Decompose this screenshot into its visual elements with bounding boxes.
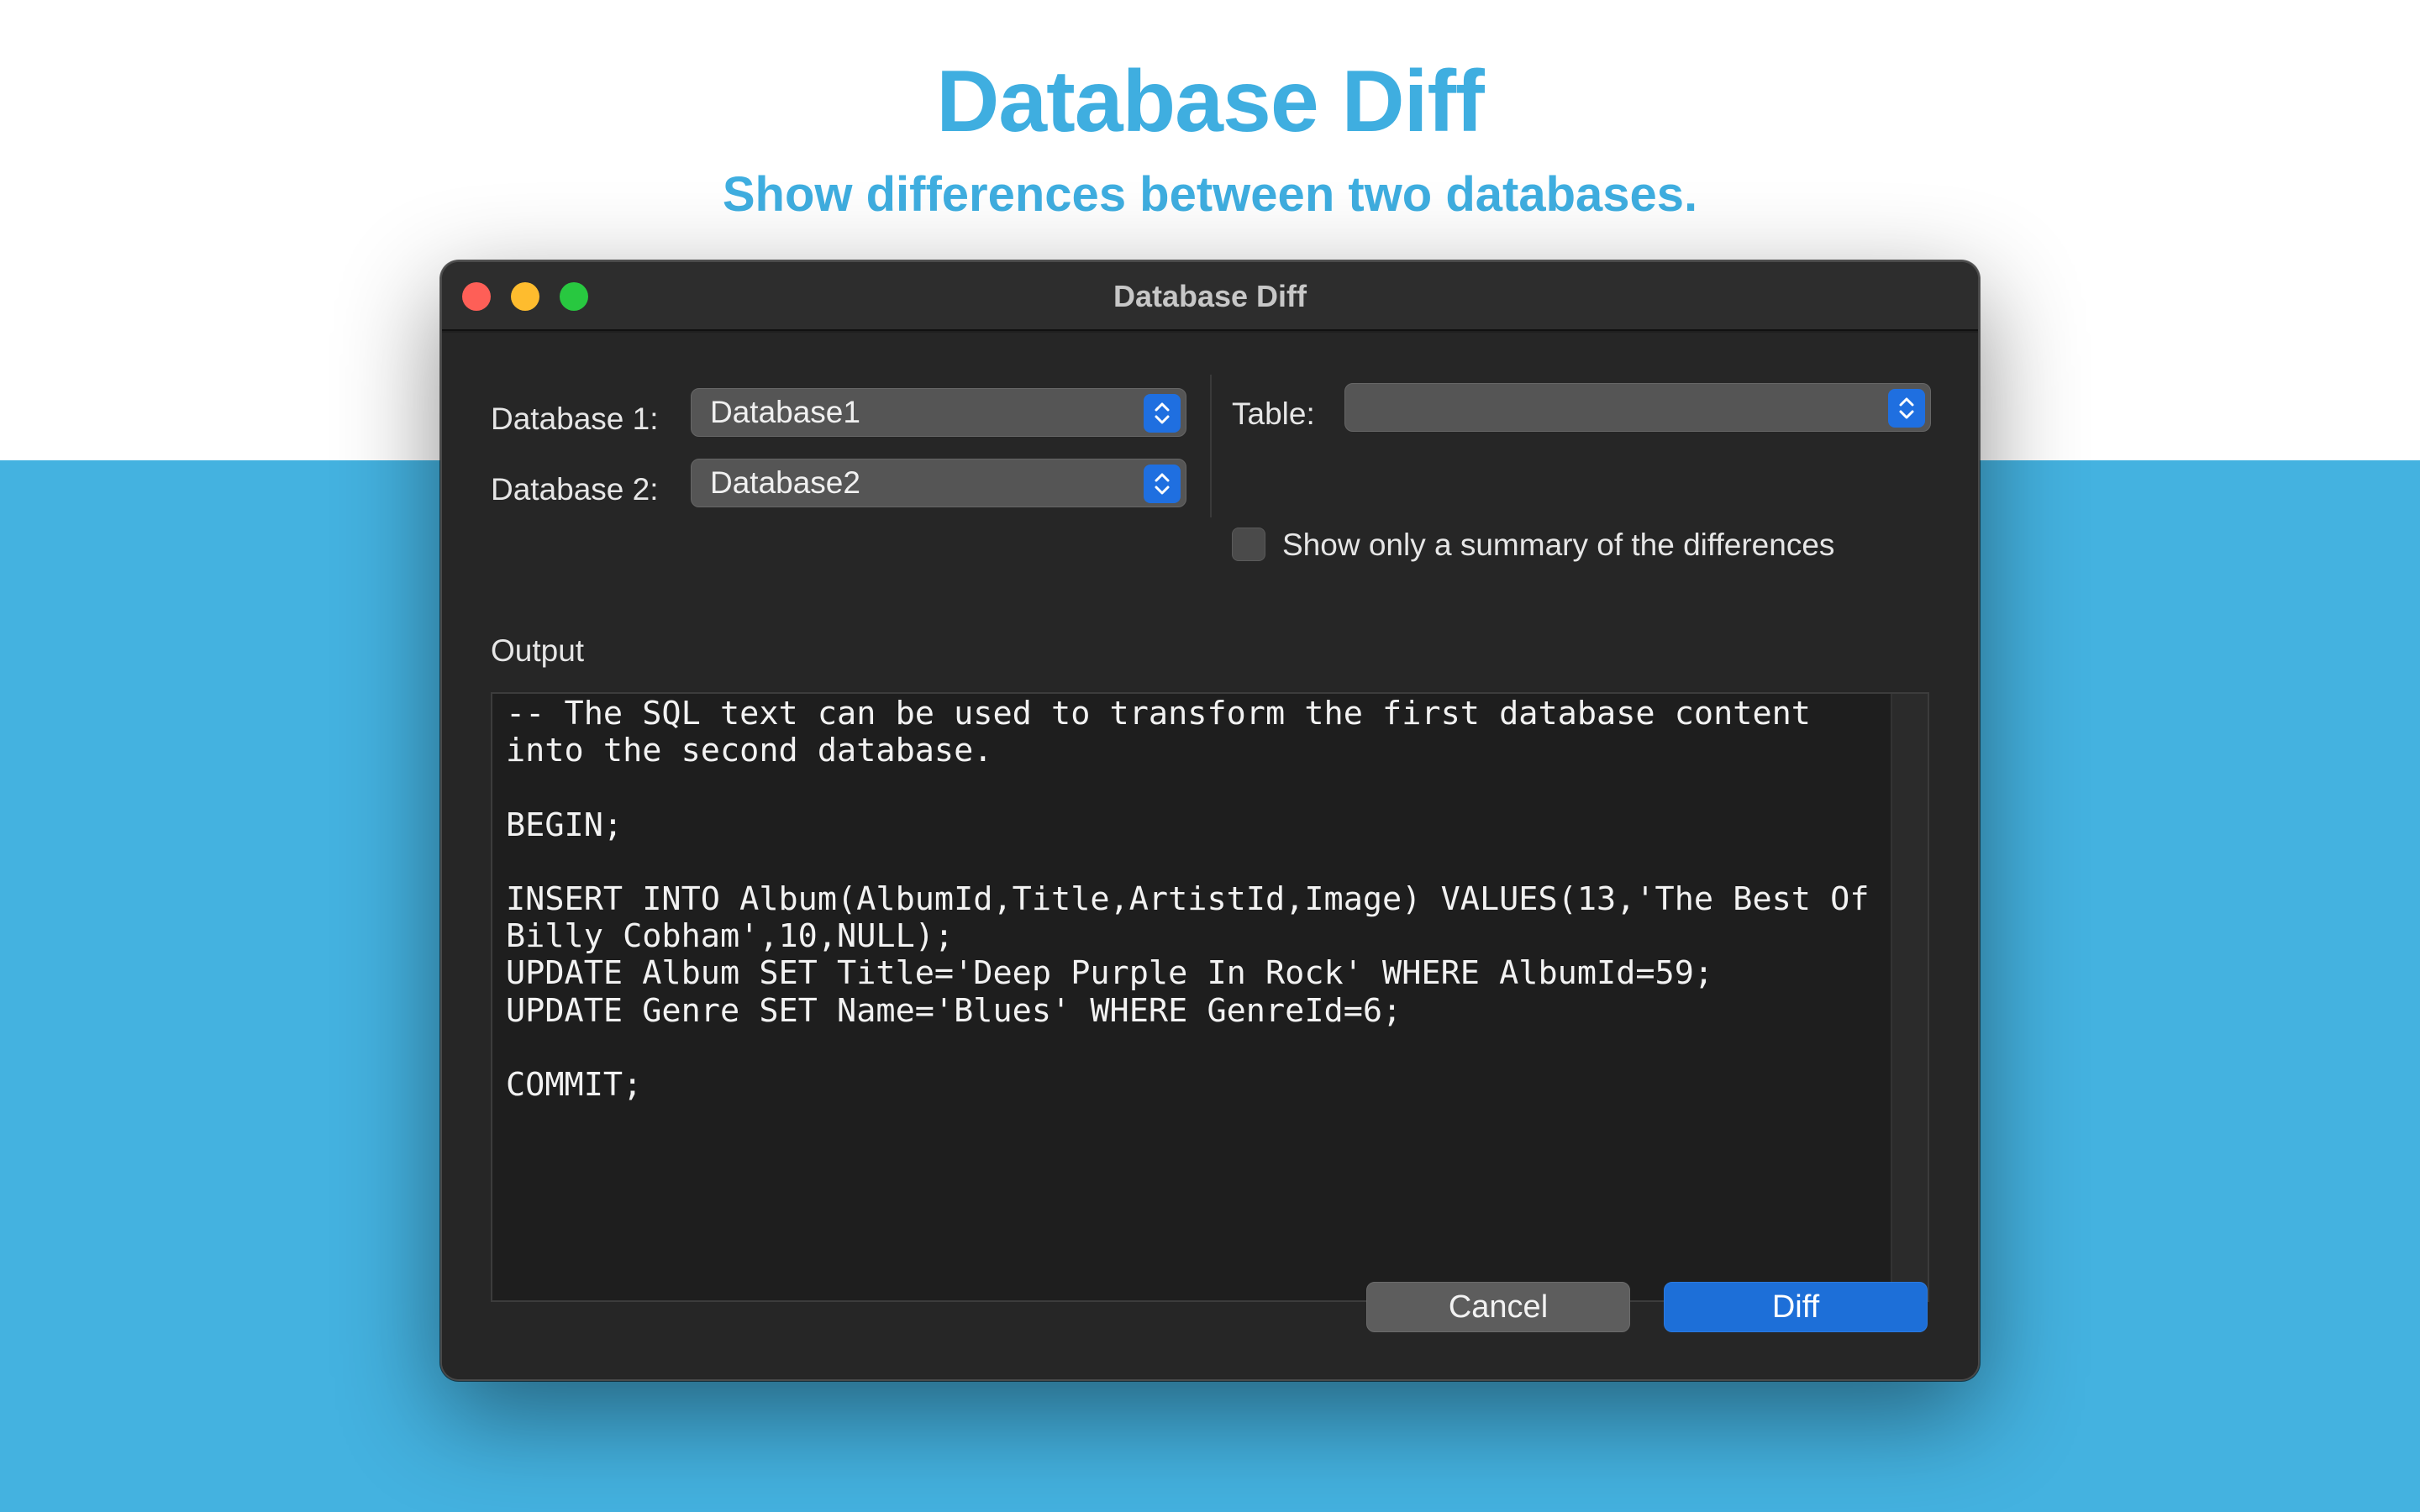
hero-subtitle: Show differences between two databases. [722, 167, 1698, 222]
summary-checkbox[interactable] [1232, 528, 1265, 561]
dialog-content: Database 1: Database1 Database 2: Databa… [442, 333, 1978, 1379]
database1-value: Database1 [710, 395, 860, 429]
chevron-updown-icon [1888, 389, 1925, 428]
database2-value: Database2 [710, 465, 860, 500]
database1-popup[interactable]: Database1 [691, 388, 1186, 437]
hero-title: Database Diff [936, 53, 1485, 150]
diff-button[interactable]: Diff [1664, 1282, 1928, 1332]
vertical-divider [1210, 375, 1212, 517]
output-text-area[interactable]: -- The SQL text can be used to transform… [491, 692, 1929, 1302]
chevron-updown-icon [1144, 394, 1181, 433]
database2-popup[interactable]: Database2 [691, 459, 1186, 507]
output-label: Output [491, 633, 585, 668]
window-titlebar: Database Diff [442, 262, 1978, 331]
summary-checkbox-label[interactable]: Show only a summary of the differences [1282, 528, 1834, 563]
output-scrollbar[interactable] [1891, 694, 1928, 1300]
chevron-updown-icon [1144, 465, 1181, 503]
cancel-button[interactable]: Cancel [1366, 1282, 1630, 1332]
window-title: Database Diff [1113, 279, 1307, 313]
output-sql-text[interactable]: -- The SQL text can be used to transform… [506, 695, 1884, 1104]
database2-label: Database 2: [491, 472, 659, 507]
database1-label: Database 1: [491, 402, 659, 436]
table-popup[interactable] [1344, 383, 1931, 432]
table-label: Table: [1232, 396, 1315, 431]
database-diff-window: Database Diff Database 1: Database1 Data… [440, 260, 1980, 1381]
